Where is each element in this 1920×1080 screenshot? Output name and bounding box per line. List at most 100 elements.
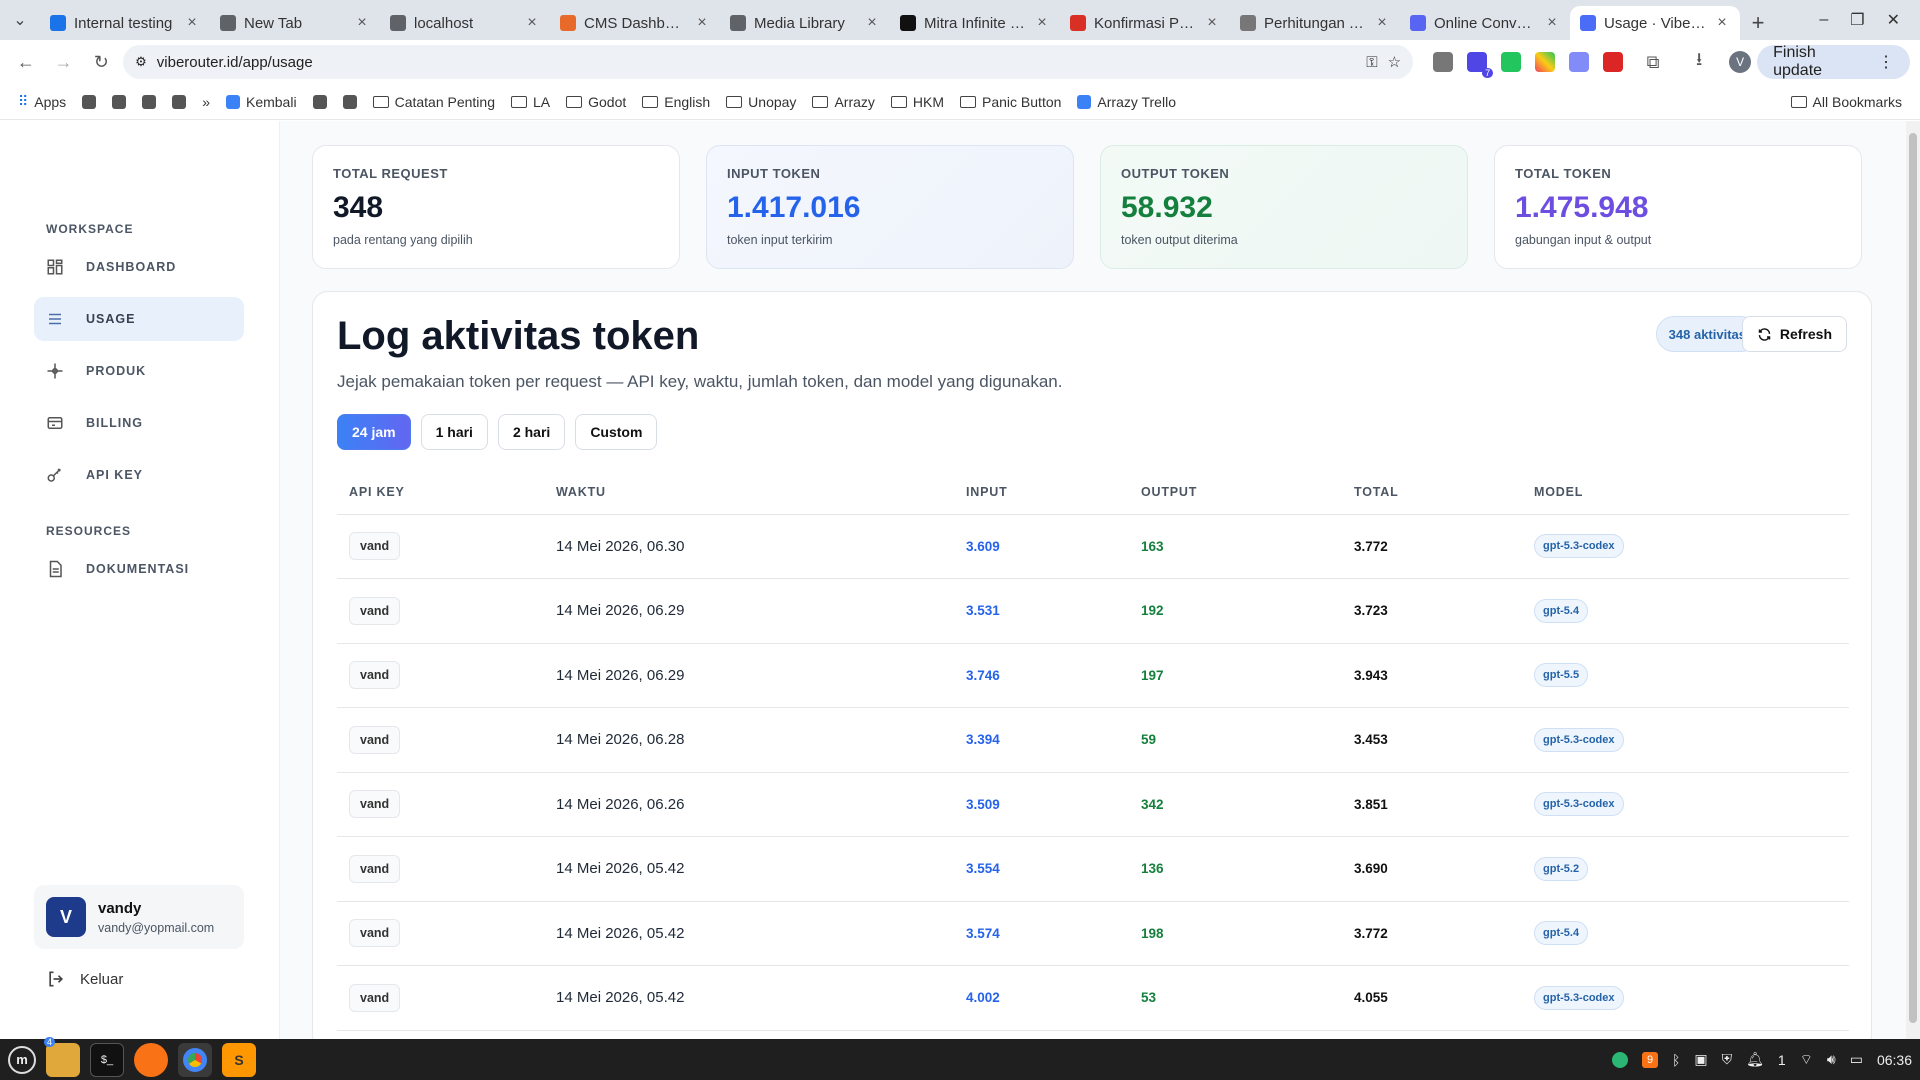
bookmark-item[interactable]: Arrazy <box>812 94 875 110</box>
browser-tab[interactable]: Konfirmasi Pemb × <box>1060 6 1230 40</box>
files-app-icon[interactable]: 4 <box>44 1036 80 1077</box>
sidebar-item-dashboard[interactable]: DASHBOARD <box>34 245 244 289</box>
range-button[interactable]: Custom <box>575 414 658 450</box>
tab-close-icon[interactable]: × <box>524 14 540 32</box>
bookmark-item[interactable]: Panic Button <box>960 94 1061 110</box>
browser-tab[interactable]: Internal testing × <box>40 6 210 40</box>
volume-icon[interactable]: 🔊︎ <box>1827 1051 1836 1068</box>
bookmark-item[interactable] <box>142 94 157 109</box>
bookmark-item[interactable]: HKM <box>890 94 944 110</box>
extension-icon[interactable] <box>1501 52 1522 72</box>
password-key-icon[interactable]: ⚿ <box>1366 54 1377 71</box>
site-settings-icon[interactable]: ⚙ <box>135 54 147 70</box>
range-button[interactable]: 2 hari <box>497 414 566 450</box>
tab-close-icon[interactable]: × <box>1034 14 1050 32</box>
wifi-icon[interactable]: ⌔ <box>1800 1051 1813 1069</box>
tab-close-icon[interactable]: × <box>184 14 200 32</box>
tab-close-icon[interactable]: × <box>1544 14 1560 32</box>
extension-icon[interactable] <box>1603 52 1624 72</box>
bookmark-item[interactable] <box>112 94 127 109</box>
browser-tab[interactable]: Mitra Infinite - E × <box>890 6 1060 40</box>
bookmark-item[interactable]: Catatan Penting <box>372 94 495 110</box>
tab-search-dropdown[interactable]: ⌄ <box>0 0 40 40</box>
bookmark-star-icon[interactable]: ☆ <box>1388 53 1401 71</box>
api-key-chip: vand <box>349 661 401 690</box>
browser-tab[interactable]: CMS Dashboard × <box>550 6 720 40</box>
bookmark-item[interactable]: Arrazy Trello <box>1077 94 1176 110</box>
browser-tab[interactable]: Online Converter × <box>1400 6 1570 40</box>
cell-api-key: vand <box>337 643 544 708</box>
address-bar[interactable]: ⚙ viberouter.id/app/usage ⚿ ☆ <box>123 45 1414 79</box>
sidebar-item-billing[interactable]: BILLING <box>34 401 244 445</box>
extension-icon[interactable] <box>1569 52 1590 72</box>
tab-close-icon[interactable]: × <box>1714 14 1730 32</box>
profile-avatar[interactable]: V <box>1729 51 1752 73</box>
refresh-button[interactable]: Refresh <box>1741 316 1847 352</box>
tab-close-icon[interactable]: × <box>694 14 710 32</box>
new-tab-button[interactable]: + <box>1740 6 1776 40</box>
user-card[interactable]: V vandy vandy@yopmail.com <box>34 885 244 949</box>
all-bookmarks[interactable]: All Bookmarks <box>1790 94 1902 110</box>
tray-app-icon[interactable] <box>1612 1051 1628 1068</box>
page-scrollbar[interactable] <box>1906 121 1920 1039</box>
tab-close-icon[interactable]: × <box>864 14 880 32</box>
extension-icon[interactable] <box>1433 52 1454 72</box>
chrome-app-icon[interactable] <box>178 1042 212 1077</box>
forward-button[interactable]: → <box>48 46 80 78</box>
firefox-app-icon[interactable] <box>134 1042 168 1077</box>
bookmark-item[interactable]: Unopay <box>726 94 796 110</box>
sidebar-item-api-key[interactable]: API KEY <box>34 453 244 497</box>
download-icon[interactable]: ⭳ <box>1683 46 1715 78</box>
bookmark-item[interactable]: Kembali <box>225 94 297 110</box>
bookmark-item[interactable]: LA <box>510 94 550 110</box>
range-button[interactable]: 24 jam <box>337 414 411 450</box>
tray-badge-icon[interactable]: 9 <box>1642 1051 1658 1068</box>
browser-tab[interactable]: localhost × <box>380 6 550 40</box>
model-badge: gpt-5.3-codex <box>1534 534 1624 559</box>
bookmark-item[interactable] <box>312 94 327 109</box>
folder-icon <box>812 95 829 108</box>
browser-tab[interactable]: Media Library × <box>720 6 890 40</box>
notification-icon[interactable]: 🔔︎ <box>1746 1051 1764 1068</box>
terminal-app-icon[interactable]: $_ <box>90 1042 124 1077</box>
bookmark-item[interactable] <box>82 94 97 109</box>
sidebar-item-usage[interactable]: USAGE <box>34 297 244 341</box>
bookmark-label: Godot <box>588 93 627 110</box>
tab-close-icon[interactable]: × <box>354 14 370 32</box>
logout-button[interactable]: Keluar <box>46 969 123 989</box>
range-button[interactable]: 1 hari <box>420 414 488 450</box>
clock[interactable]: 06:36 <box>1877 1052 1912 1068</box>
url-text[interactable]: viberouter.id/app/usage <box>157 54 1356 71</box>
scrollbar-thumb[interactable] <box>1909 133 1917 1023</box>
input-tokens: 4.002 <box>966 990 1000 1006</box>
cell-input: 3.531 <box>954 578 1129 644</box>
clipboard-icon[interactable]: ▣ <box>1694 1051 1707 1068</box>
back-button[interactable]: ← <box>10 46 42 78</box>
browser-tab[interactable]: Usage · Viberout × <box>1570 6 1740 40</box>
battery-icon[interactable]: ▭ <box>1850 1051 1863 1068</box>
extension-icon[interactable] <box>1535 52 1556 72</box>
browser-tab[interactable]: Perhitungan Tot × <box>1230 6 1400 40</box>
user-info: vandy vandy@yopmail.com <box>98 900 214 935</box>
tab-close-icon[interactable]: × <box>1204 14 1220 32</box>
start-menu-icon[interactable]: m <box>8 1045 36 1074</box>
bookmark-item[interactable] <box>172 94 187 109</box>
bookmark-item[interactable]: English <box>642 94 710 110</box>
bookmark-item[interactable] <box>342 94 357 109</box>
bookmark-item[interactable]: Godot <box>566 94 626 110</box>
browser-tab[interactable]: New Tab × <box>210 6 380 40</box>
sidebar-item-dokumentasi[interactable]: DOKUMENTASI <box>34 547 244 591</box>
finish-update-button[interactable]: Finish update ⋮ <box>1757 44 1911 79</box>
restore-icon[interactable]: ❐ <box>1850 10 1864 30</box>
reload-button[interactable]: ↻ <box>85 46 117 78</box>
bookmark-item[interactable]: ⠿ Apps <box>18 93 66 110</box>
close-window-icon[interactable]: ✕ <box>1887 10 1900 30</box>
shield-icon[interactable]: ⛨ <box>1722 1051 1733 1068</box>
puzzle-icon[interactable]: ⧉ <box>1637 46 1669 78</box>
sidebar-item-produk[interactable]: PRODUK <box>34 349 244 393</box>
tab-close-icon[interactable]: × <box>1374 14 1390 32</box>
bluetooth-icon[interactable]: ᛒ <box>1672 1052 1680 1068</box>
minimize-icon[interactable]: – <box>1819 11 1828 29</box>
bookmark-item[interactable]: » <box>202 94 210 110</box>
sublime-app-icon[interactable]: S <box>222 1042 256 1077</box>
